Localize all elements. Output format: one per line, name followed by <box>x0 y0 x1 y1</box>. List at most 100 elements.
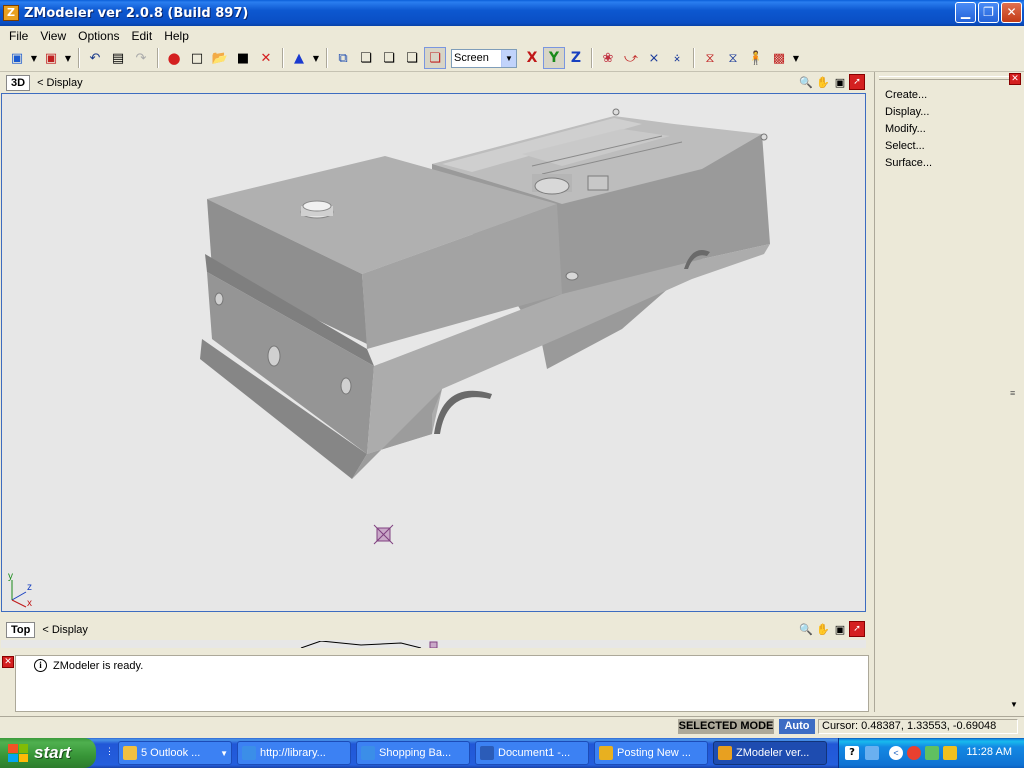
axis-z-toggle[interactable]: Z <box>565 47 587 69</box>
security-shield-icon[interactable] <box>943 746 957 760</box>
close-icon[interactable]: ✕ <box>2 656 14 668</box>
panel-item-modify[interactable]: Modify... <box>885 123 926 135</box>
toolbar-separator <box>78 48 80 68</box>
panel-item-display[interactable]: Display... <box>885 106 929 118</box>
figure-icon[interactable]: 🧍 <box>745 47 767 69</box>
zmodeler-app-icon[interactable]: Z <box>3 5 19 21</box>
network-icon[interactable] <box>865 746 879 760</box>
menu-view[interactable]: View <box>34 29 72 43</box>
panel-scrollbar[interactable]: ≡ <box>1010 388 1020 408</box>
top-view-model-outline <box>300 640 438 648</box>
delete-icon[interactable]: ✕ <box>255 47 277 69</box>
open-folder-icon[interactable]: 📂 <box>209 47 231 69</box>
volume-icon[interactable] <box>925 746 939 760</box>
panel-item-surface[interactable]: Surface... <box>885 157 932 169</box>
link-icon[interactable]: ⧖ <box>722 47 744 69</box>
viewport-3d-header: 3D < Display 🔍 ✋ ▣ ➚ <box>1 72 867 93</box>
selected-mode-icon[interactable]: ❏ <box>424 47 446 69</box>
hierarchy-icon[interactable]: ⧖ <box>699 47 721 69</box>
viewport-3d-mode[interactable]: < Display <box>37 77 83 89</box>
save-icon[interactable]: ■ <box>232 47 254 69</box>
chevron-down-icon[interactable]: ▼ <box>501 49 516 67</box>
view-select[interactable]: Screen ▼ <box>451 48 517 68</box>
import-icon[interactable]: ▣ <box>6 47 28 69</box>
record-icon[interactable]: ● <box>163 47 185 69</box>
status-bar: SELECTED MODE Auto Cursor: 0.48387, 1.33… <box>0 716 1024 736</box>
axis-y-toggle[interactable]: Y <box>543 47 565 69</box>
chevron-left-icon[interactable]: < <box>889 746 903 760</box>
menu-help[interactable]: Help <box>158 29 195 43</box>
help-icon[interactable]: ? <box>845 746 859 760</box>
panel-item-select[interactable]: Select... <box>885 140 925 152</box>
vertex-mode-icon[interactable]: ⧉ <box>332 47 354 69</box>
pan-hand-icon[interactable]: ✋ <box>815 621 831 637</box>
taskbar-button-document1[interactable]: Document1 -... <box>475 741 589 765</box>
export-icon[interactable]: ▣ <box>40 47 62 69</box>
toolbar-separator <box>326 48 328 68</box>
export-dropdown-icon[interactable]: ▼ <box>63 47 73 69</box>
restore-icon[interactable]: ❐ <box>978 2 999 23</box>
taskbar-label: 5 Outlook ... <box>141 747 201 759</box>
truck-body-model <box>200 108 770 545</box>
zoom-extents-icon[interactable]: ▣ <box>832 74 848 90</box>
viewport-3d[interactable]: y z x <box>1 93 866 612</box>
move-axis-icon[interactable]: ⤻ <box>620 47 642 69</box>
viewport-top-mode[interactable]: < Display <box>42 624 88 636</box>
windows-taskbar: start ⋮ 5 Outlook ... ▼ http://library..… <box>0 738 1024 768</box>
taskbar-button-browser-library[interactable]: http://library... <box>237 741 351 765</box>
rotate-axis-icon[interactable]: ⨯ <box>643 47 665 69</box>
clipboard-icon[interactable]: ▤ <box>107 47 129 69</box>
face-mode-icon[interactable]: ❏ <box>378 47 400 69</box>
pan-hand-icon[interactable]: ✋ <box>815 74 831 90</box>
scale-axis-icon[interactable]: ⨰ <box>666 47 688 69</box>
windows-logo-icon <box>8 744 28 762</box>
menu-edit[interactable]: Edit <box>126 29 159 43</box>
maximize-viewport-icon[interactable]: ➚ <box>849 74 865 90</box>
taskbar-button-outlook[interactable]: 5 Outlook ... ▼ <box>118 741 232 765</box>
taskbar-button-zmodeler[interactable]: ZModeler ver... <box>713 741 827 765</box>
minimize-icon[interactable]: ▁ <box>955 2 976 23</box>
redo-icon[interactable]: ↷ <box>130 47 152 69</box>
auto-toggle[interactable]: Auto <box>779 719 815 734</box>
view-select-value: Screen <box>454 52 489 64</box>
system-clock[interactable]: 11:28 AM <box>966 746 1012 758</box>
start-button[interactable]: start <box>0 738 96 768</box>
quick-launch-grip[interactable]: ⋮ <box>105 746 115 760</box>
edge-mode-icon[interactable]: ❏ <box>355 47 377 69</box>
new-file-icon[interactable]: □ <box>186 47 208 69</box>
close-icon[interactable]: ✕ <box>1001 2 1022 23</box>
axis-label-x: x <box>27 598 32 609</box>
viewport-top-label[interactable]: Top <box>6 621 36 638</box>
axis-x-toggle[interactable]: X <box>521 47 543 69</box>
taskbar-label: Shopping Ba... <box>379 747 452 759</box>
undo-icon[interactable]: ↶ <box>84 47 106 69</box>
paint-icon[interactable]: ❀ <box>597 47 619 69</box>
cone-icon[interactable]: ▲ <box>288 47 310 69</box>
scroll-down-icon[interactable]: ▼ <box>1010 700 1020 710</box>
taskbar-button-shopping[interactable]: Shopping Ba... <box>356 741 470 765</box>
viewport-top[interactable] <box>1 640 866 648</box>
log-panel: i ZModeler is ready. <box>15 655 869 712</box>
menu-options[interactable]: Options <box>72 29 125 43</box>
cursor-coordinates: Cursor: 0.48387, 1.33553, -0.69048 <box>818 719 1018 734</box>
material-icon[interactable]: ▩ <box>768 47 790 69</box>
import-dropdown-icon[interactable]: ▼ <box>29 47 39 69</box>
panel-grip[interactable] <box>879 76 1012 80</box>
panel-item-create[interactable]: Create... <box>885 89 927 101</box>
maximize-viewport-icon[interactable]: ➚ <box>849 621 865 637</box>
chrome-tray-icon[interactable] <box>907 746 921 760</box>
chevron-down-icon: ▼ <box>220 748 228 758</box>
title-bar[interactable]: Z ZModeler ver 2.0.8 (Build 897) ▁ ❐ ✕ <box>0 0 1024 26</box>
selection-mode-indicator[interactable]: SELECTED MODE <box>678 719 774 734</box>
taskbar-button-posting[interactable]: Posting New ... <box>594 741 708 765</box>
material-dropdown-icon[interactable]: ▼ <box>791 47 801 69</box>
chrome-icon <box>599 746 613 760</box>
zoom-icon[interactable]: 🔍 <box>798 74 814 90</box>
close-icon[interactable]: ✕ <box>1009 73 1021 85</box>
menu-file[interactable]: File <box>3 29 34 43</box>
viewport-3d-label[interactable]: 3D <box>6 74 31 91</box>
cone-dropdown-icon[interactable]: ▼ <box>311 47 321 69</box>
object-mode-icon[interactable]: ❏ <box>401 47 423 69</box>
zoom-extents-icon[interactable]: ▣ <box>832 621 848 637</box>
zoom-icon[interactable]: 🔍 <box>798 621 814 637</box>
